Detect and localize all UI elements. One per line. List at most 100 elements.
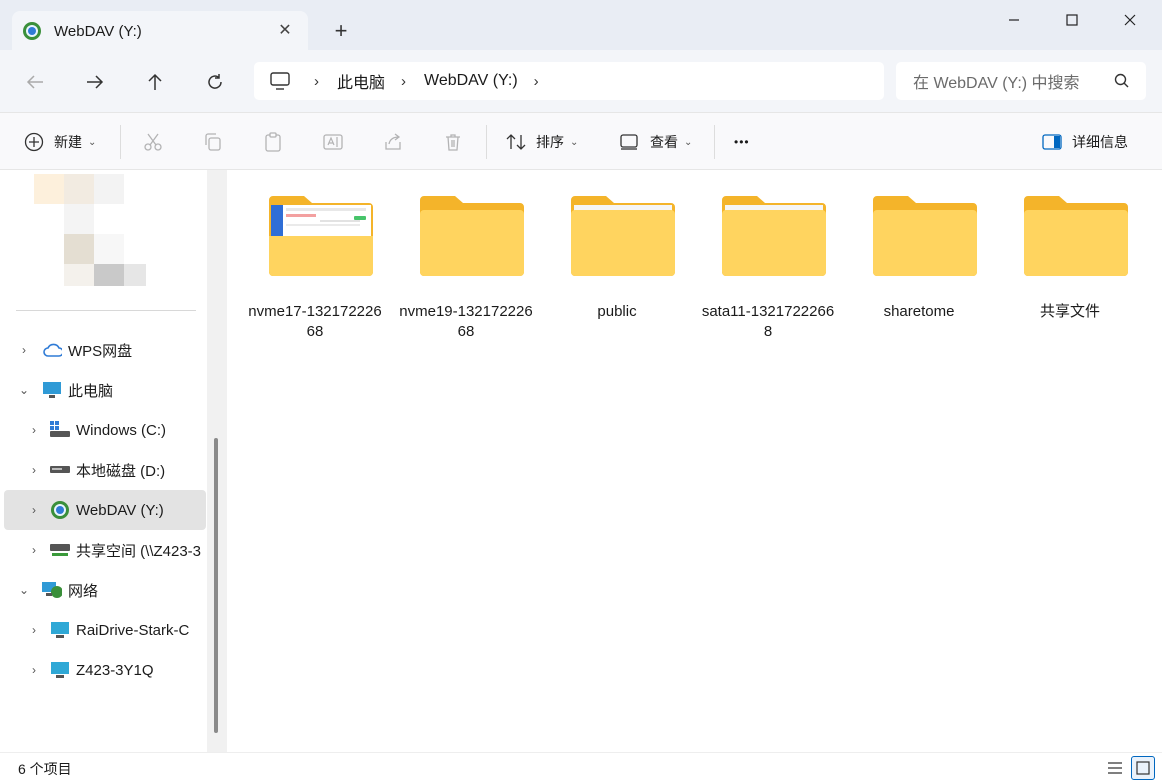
chevron-right-icon[interactable]: › bbox=[28, 663, 40, 677]
command-bar: 新建 ⌄ 排序 ⌄ 查看 ⌄ ••• 详细信息 bbox=[0, 112, 1162, 170]
folder-name: sharetome bbox=[883, 303, 955, 320]
details-view-button[interactable] bbox=[1103, 756, 1127, 780]
windows-drive-icon bbox=[50, 421, 70, 439]
tab-close-icon[interactable]: ✕ bbox=[276, 21, 294, 39]
folder-icon bbox=[420, 196, 524, 276]
chevron-right-icon[interactable]: › bbox=[18, 343, 30, 357]
sidebar-item-label: Windows (C:) bbox=[76, 421, 167, 439]
folder-item[interactable]: sharetome bbox=[849, 192, 989, 352]
blurred-quick-access bbox=[94, 264, 124, 286]
sidebar-divider bbox=[16, 310, 196, 311]
folder-name: sata11-13217222668 bbox=[701, 303, 835, 340]
arrow-right-icon bbox=[87, 75, 104, 89]
sidebar-item-windows-c[interactable]: › Windows (C:) bbox=[4, 411, 206, 449]
sidebar-item-this-pc[interactable]: ⌄ 此电脑 bbox=[4, 371, 206, 409]
sidebar-item-label: WebDAV (Y:) bbox=[76, 501, 164, 519]
breadcrumb-separator-icon[interactable]: › bbox=[314, 73, 319, 90]
chevron-right-icon[interactable]: › bbox=[28, 503, 40, 517]
details-pane-icon bbox=[1042, 134, 1062, 150]
blurred-quick-access bbox=[64, 234, 94, 264]
navigation-pane: › WPS网盘 ⌄ 此电脑 › Windows (C:) › 本地磁盘 (D:)… bbox=[0, 170, 228, 752]
sidebar-item-wps[interactable]: › WPS网盘 bbox=[4, 331, 206, 369]
folder-icon bbox=[873, 196, 977, 276]
blurred-quick-access bbox=[124, 264, 146, 286]
folder-item[interactable]: nvme17-13217222668 bbox=[245, 192, 385, 352]
close-window-button[interactable] bbox=[1110, 6, 1150, 34]
title-bar: WebDAV (Y:) ✕ + bbox=[0, 0, 1162, 51]
trash-icon bbox=[446, 134, 460, 151]
tiles-view-button[interactable] bbox=[1131, 756, 1155, 780]
item-count: 6 个项目 bbox=[18, 761, 72, 777]
toolbar-divider bbox=[714, 125, 715, 159]
computer-icon bbox=[50, 661, 70, 679]
clipboard-icon bbox=[265, 132, 281, 152]
copy-button[interactable] bbox=[203, 113, 223, 171]
cloud-icon bbox=[42, 341, 62, 359]
refresh-button[interactable] bbox=[200, 67, 230, 97]
chevron-down-icon[interactable]: ⌄ bbox=[18, 583, 30, 597]
sidebar-item-network[interactable]: ⌄ 网络 bbox=[4, 571, 206, 609]
more-icon: ••• bbox=[734, 135, 750, 149]
address-bar[interactable]: › 此电脑 › WebDAV (Y:) › bbox=[254, 62, 884, 100]
folder-item[interactable]: sata11-13217222668 bbox=[698, 192, 838, 352]
chevron-right-icon[interactable]: › bbox=[28, 463, 40, 477]
rename-icon bbox=[323, 134, 343, 150]
toolbar-divider bbox=[120, 125, 121, 159]
sidebar-item-webdav[interactable]: › WebDAV (Y:) bbox=[4, 490, 206, 530]
sort-button[interactable]: 排序 ⌄ bbox=[506, 113, 578, 171]
chevron-down-icon: ⌄ bbox=[570, 136, 579, 148]
maximize-button[interactable] bbox=[1052, 6, 1092, 34]
chevron-right-icon[interactable]: › bbox=[28, 623, 40, 637]
folder-item[interactable]: nvme19-13217222668 bbox=[396, 192, 536, 352]
new-tab-button[interactable]: + bbox=[330, 18, 352, 43]
tab-webdav[interactable]: WebDAV (Y:) ✕ bbox=[12, 11, 308, 51]
chevron-right-icon[interactable]: › bbox=[28, 423, 40, 437]
search-input[interactable]: 在 WebDAV (Y:) 中搜索 bbox=[913, 69, 1080, 93]
network-icon bbox=[42, 581, 62, 599]
breadcrumb-webdav[interactable]: WebDAV (Y:) bbox=[424, 72, 518, 90]
folder-item[interactable]: public bbox=[547, 192, 687, 352]
blurred-quick-access bbox=[64, 204, 94, 234]
paste-button[interactable] bbox=[263, 113, 283, 171]
rename-button[interactable] bbox=[323, 113, 343, 171]
webdav-globe-icon bbox=[23, 22, 41, 40]
folder-item[interactable]: 共享文件 bbox=[1000, 192, 1140, 352]
sidebar-item-local-disk-d[interactable]: › 本地磁盘 (D:) bbox=[4, 451, 206, 489]
sidebar-item-raidrive[interactable]: › RaiDrive-Stark-C bbox=[4, 611, 206, 649]
blurred-quick-access bbox=[94, 234, 124, 264]
sidebar-item-shared-space[interactable]: › 共享空间 (\\Z423-3 bbox=[4, 531, 206, 569]
details-pane-button[interactable]: 详细信息 bbox=[1042, 113, 1128, 171]
chevron-right-icon[interactable]: › bbox=[28, 543, 40, 557]
search-icon[interactable] bbox=[1114, 73, 1130, 89]
folder-name: public bbox=[597, 303, 637, 320]
view-icon bbox=[620, 134, 638, 150]
forward-button[interactable] bbox=[80, 67, 110, 97]
more-options-button[interactable]: ••• bbox=[734, 113, 750, 171]
up-button[interactable] bbox=[140, 67, 170, 97]
back-button[interactable] bbox=[20, 67, 50, 97]
cut-button[interactable] bbox=[143, 113, 163, 171]
file-list: nvme17-13217222668 nvme19-13217222668 pu… bbox=[228, 170, 1162, 752]
chevron-down-icon: ⌄ bbox=[684, 136, 693, 148]
folder-icon bbox=[722, 196, 826, 276]
list-view-icon bbox=[1108, 762, 1122, 774]
breadcrumb-this-pc[interactable]: 此电脑 bbox=[337, 69, 385, 93]
search-box[interactable]: 在 WebDAV (Y:) 中搜索 bbox=[896, 62, 1146, 100]
breadcrumb-separator-icon[interactable]: › bbox=[534, 73, 539, 90]
breadcrumb-separator-icon[interactable]: › bbox=[401, 73, 406, 90]
sidebar-item-z423[interactable]: › Z423-3Y1Q bbox=[4, 651, 206, 689]
chevron-down-icon[interactable]: ⌄ bbox=[18, 383, 30, 397]
scissors-icon bbox=[144, 133, 162, 151]
navigation-bar: › 此电脑 › WebDAV (Y:) › 在 WebDAV (Y:) 中搜索 bbox=[0, 50, 1162, 112]
view-button[interactable]: 查看 ⌄ bbox=[620, 113, 692, 171]
folder-name: nvme17-13217222668 bbox=[248, 303, 382, 340]
share-button[interactable] bbox=[383, 113, 403, 171]
folder-icon bbox=[571, 196, 675, 276]
new-button[interactable]: 新建 ⌄ bbox=[24, 113, 96, 171]
sidebar-scrollbar-thumb[interactable] bbox=[214, 438, 218, 733]
minimize-button[interactable] bbox=[994, 6, 1034, 34]
drive-icon bbox=[50, 461, 70, 479]
monitor-icon bbox=[270, 72, 290, 90]
delete-button[interactable] bbox=[443, 113, 463, 171]
blurred-quick-access bbox=[34, 174, 64, 204]
